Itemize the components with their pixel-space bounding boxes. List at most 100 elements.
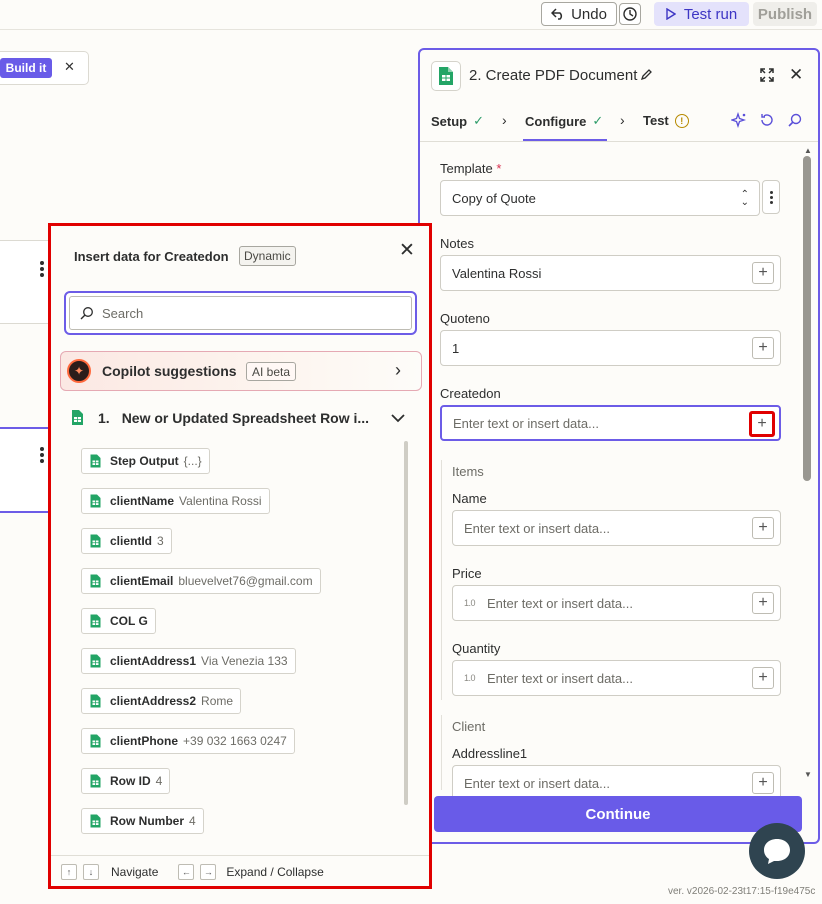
data-item-value: Rome <box>201 694 234 708</box>
popup-scrollbar[interactable] <box>404 441 408 805</box>
data-item-value: bluevelvet76@gmail.com <box>178 574 313 588</box>
sparkle-icon[interactable] <box>731 112 747 128</box>
data-item-key: clientAddress2 <box>110 694 197 708</box>
scroll-down-arrow[interactable]: ▼ <box>804 770 812 779</box>
panel-title[interactable]: 2. Create PDF Document <box>469 67 637 84</box>
play-icon <box>666 8 676 20</box>
number-type-icon: 1.0 <box>464 673 476 683</box>
google-sheets-icon <box>90 734 101 748</box>
build-it-button[interactable]: Build it <box>0 58 52 78</box>
chevron-right-icon: › <box>502 112 507 128</box>
data-item-pill[interactable]: Step Output {...} <box>81 448 210 474</box>
close-icon[interactable]: ✕ <box>64 59 75 75</box>
data-item-pill[interactable]: clientName Valentina Rossi <box>81 488 270 514</box>
search-icon[interactable] <box>787 112 803 128</box>
quantity-placeholder: Enter text or insert data... <box>487 670 633 686</box>
quoteno-label: Quoteno <box>440 311 490 326</box>
search-input[interactable]: Search <box>69 296 412 330</box>
number-type-icon: 1.0 <box>464 598 476 608</box>
price-field[interactable]: 1.0 Enter text or insert data... + <box>452 585 781 621</box>
arrow-right-key-icon: → <box>200 863 217 880</box>
panel-tabs: Setup ✓ › Configure ✓ › Test ! <box>420 104 818 142</box>
workflow-node-trigger[interactable] <box>0 240 52 324</box>
quoteno-value: 1 <box>452 340 460 356</box>
google-sheets-icon <box>90 454 101 468</box>
data-item-value: 3 <box>157 534 164 548</box>
google-sheets-icon <box>90 614 101 628</box>
quoteno-field[interactable]: 1 + <box>440 330 781 366</box>
data-item-pill[interactable]: clientPhone +39 032 1663 0247 <box>81 728 295 754</box>
node-menu-icon[interactable] <box>40 261 44 279</box>
version-history-button[interactable] <box>619 3 641 25</box>
scroll-up-arrow[interactable]: ▲ <box>804 146 812 155</box>
quantity-field[interactable]: 1.0 Enter text or insert data... + <box>452 660 781 696</box>
template-select[interactable]: Copy of Quote ⌃ ⌄ <box>440 180 760 216</box>
createdon-field[interactable]: Enter text or insert data... + <box>440 405 781 441</box>
data-item-pill[interactable]: clientAddress2 Rome <box>81 688 242 714</box>
workflow-node-action[interactable] <box>0 427 52 513</box>
publish-button[interactable]: Publish <box>753 2 817 26</box>
data-item-value: 4 <box>155 774 163 788</box>
close-icon[interactable]: ✕ <box>399 239 415 262</box>
test-run-button[interactable]: Test run <box>654 2 749 26</box>
quantity-label: Quantity <box>452 641 501 656</box>
tab-test[interactable]: Test ! <box>643 113 689 128</box>
expand-collapse-hint: Expand / Collapse <box>226 864 324 879</box>
tab-configure[interactable]: Configure ✓ <box>525 113 603 129</box>
panel-scrollbar[interactable] <box>803 156 811 481</box>
price-placeholder: Enter text or insert data... <box>487 595 633 611</box>
items-group-title: Items <box>452 464 484 479</box>
data-item-key: COL G <box>110 614 148 628</box>
data-item-key: clientId <box>110 534 153 548</box>
insert-data-button[interactable]: + <box>752 772 774 794</box>
insert-data-button[interactable]: + <box>749 411 775 437</box>
insert-data-button[interactable]: + <box>752 517 774 539</box>
name-field[interactable]: Enter text or insert data... + <box>452 510 781 546</box>
node-menu-icon[interactable] <box>40 447 44 465</box>
pencil-icon[interactable] <box>640 68 653 81</box>
close-icon[interactable]: ✕ <box>789 65 803 85</box>
data-item-pill[interactable]: Row Number 4 <box>81 808 204 834</box>
data-item-value: +39 032 1663 0247 <box>183 734 287 748</box>
continue-button[interactable]: Continue <box>434 796 802 832</box>
notes-field[interactable]: Valentina Rossi + <box>440 255 781 291</box>
createdon-label: Createdon <box>440 386 501 401</box>
copilot-icon: ✦ <box>67 359 91 383</box>
data-item-pill[interactable]: clientAddress1 Via Venezia 133 <box>81 648 296 674</box>
data-item-pill[interactable]: Row ID 4 <box>81 768 171 794</box>
source-step-row[interactable]: 1. New or Updated Spreadsheet Row i... <box>71 409 411 426</box>
search-icon <box>80 307 93 320</box>
warning-icon: ! <box>674 113 689 128</box>
undo-button[interactable]: Undo <box>541 2 617 26</box>
arrow-up-key-icon: ↑ <box>61 863 77 880</box>
insert-data-button[interactable]: + <box>752 262 774 284</box>
build-it-banner: Build it ✕ <box>0 51 89 85</box>
source-step-number: 1. <box>98 409 110 426</box>
insert-data-popup: Insert data for Createdon Dynamic ✕ Sear… <box>48 223 432 889</box>
google-sheets-icon <box>90 774 101 788</box>
data-item-pill[interactable]: COL G <box>81 608 156 634</box>
history-icon <box>623 7 637 21</box>
insert-data-button[interactable]: + <box>752 337 774 359</box>
data-item-pill[interactable]: clientId 3 <box>81 528 172 554</box>
insert-data-button[interactable]: + <box>752 667 774 689</box>
tab-setup[interactable]: Setup ✓ <box>431 113 484 129</box>
chat-support-button[interactable] <box>749 823 805 879</box>
copilot-suggestions-row[interactable]: ✦ Copilot suggestions AI beta › <box>60 351 422 391</box>
data-item-key: clientEmail <box>110 574 174 588</box>
data-item-pill[interactable]: clientEmail bluevelvet76@gmail.com <box>81 568 321 594</box>
data-item-value: 4 <box>189 814 196 828</box>
dynamic-mode-chip[interactable]: Dynamic <box>239 246 296 266</box>
data-item-key: clientName <box>110 494 175 508</box>
data-item-key: Row ID <box>110 774 151 788</box>
top-toolbar: Undo Test run Publish <box>0 0 822 30</box>
chevron-down-icon[interactable] <box>391 413 405 423</box>
chevron-right-icon: › <box>395 360 401 380</box>
google-sheets-icon <box>90 654 101 668</box>
expand-icon[interactable] <box>760 68 774 82</box>
data-item-key: Row Number <box>110 814 185 828</box>
check-icon: ✓ <box>592 113 604 128</box>
refresh-icon[interactable] <box>759 112 775 128</box>
template-options-button[interactable] <box>762 180 780 214</box>
insert-data-button[interactable]: + <box>752 592 774 614</box>
